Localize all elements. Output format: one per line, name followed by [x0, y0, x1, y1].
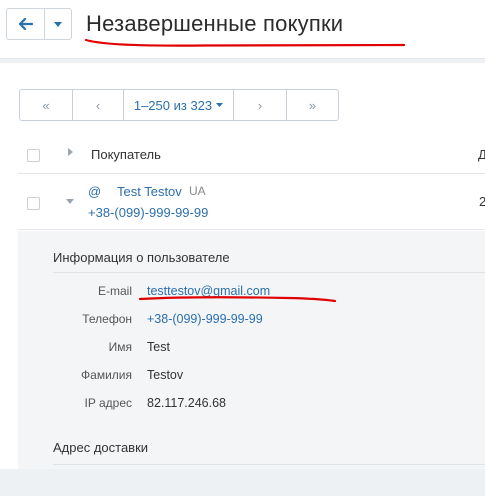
bottom-bar [0, 469, 485, 496]
customer-phone-link[interactable]: +38-(099)-999-99-99 [88, 205, 208, 220]
caret-down-icon [216, 103, 224, 107]
select-all-checkbox[interactable] [27, 149, 40, 162]
shipping-address-heading: Адрес доставки [53, 440, 149, 455]
customer-details-panel: Информация о пользователе E-mail testtes… [18, 231, 485, 469]
header-separator [0, 58, 485, 63]
caret-down-icon [54, 21, 62, 27]
table-row[interactable]: @ Test Testov UA +38-(099)-999-99-99 2 [18, 174, 485, 230]
page-header: Незавершенные покупки [0, 0, 485, 58]
ip-address-value: 82.117.246.68 [147, 396, 227, 410]
last-page-button[interactable]: » [287, 90, 338, 120]
divider [53, 272, 485, 273]
phone-label: Телефон [82, 312, 132, 326]
collapse-row-icon[interactable] [66, 199, 74, 204]
table-header: Покупатель Д [18, 137, 485, 174]
row-next-column-value: 2 [479, 194, 485, 209]
page-range-dropdown[interactable]: 1–250 из 323 [124, 90, 234, 120]
divider [53, 464, 485, 465]
user-info-heading: Информация о пользователе [53, 250, 230, 265]
column-header-customer[interactable]: Покупатель [91, 147, 161, 162]
email-link-icon[interactable]: @ [88, 184, 101, 199]
pagination: « ‹ 1–250 из 323 › » [19, 89, 339, 121]
customer-name-link[interactable]: Test Testov [117, 184, 182, 199]
back-button[interactable] [7, 9, 45, 39]
expand-all-icon[interactable] [68, 148, 73, 156]
first-name-label: Имя [108, 340, 132, 354]
first-page-button[interactable]: « [20, 90, 73, 120]
prev-page-button[interactable]: ‹ [73, 90, 124, 120]
first-name-value: Test [147, 340, 170, 354]
back-button-group [6, 8, 72, 40]
next-page-button[interactable]: › [234, 90, 287, 120]
customer-country: UA [189, 184, 206, 198]
arrow-left-icon [18, 18, 33, 30]
history-dropdown-button[interactable] [45, 9, 71, 39]
column-header-next[interactable]: Д [478, 147, 485, 162]
last-name-label: Фамилия [81, 368, 132, 382]
email-label: E-mail [97, 284, 132, 298]
row-checkbox[interactable] [27, 197, 40, 210]
email-link[interactable]: testtestov@gmail.com [147, 284, 270, 298]
page-title: Незавершенные покупки [86, 11, 344, 36]
last-name-value: Testov [147, 368, 184, 382]
phone-link[interactable]: +38-(099)-999-99-99 [147, 312, 263, 326]
page-range-label: 1–250 из 323 [133, 97, 213, 113]
ip-address-label: IP адрес [84, 396, 132, 410]
